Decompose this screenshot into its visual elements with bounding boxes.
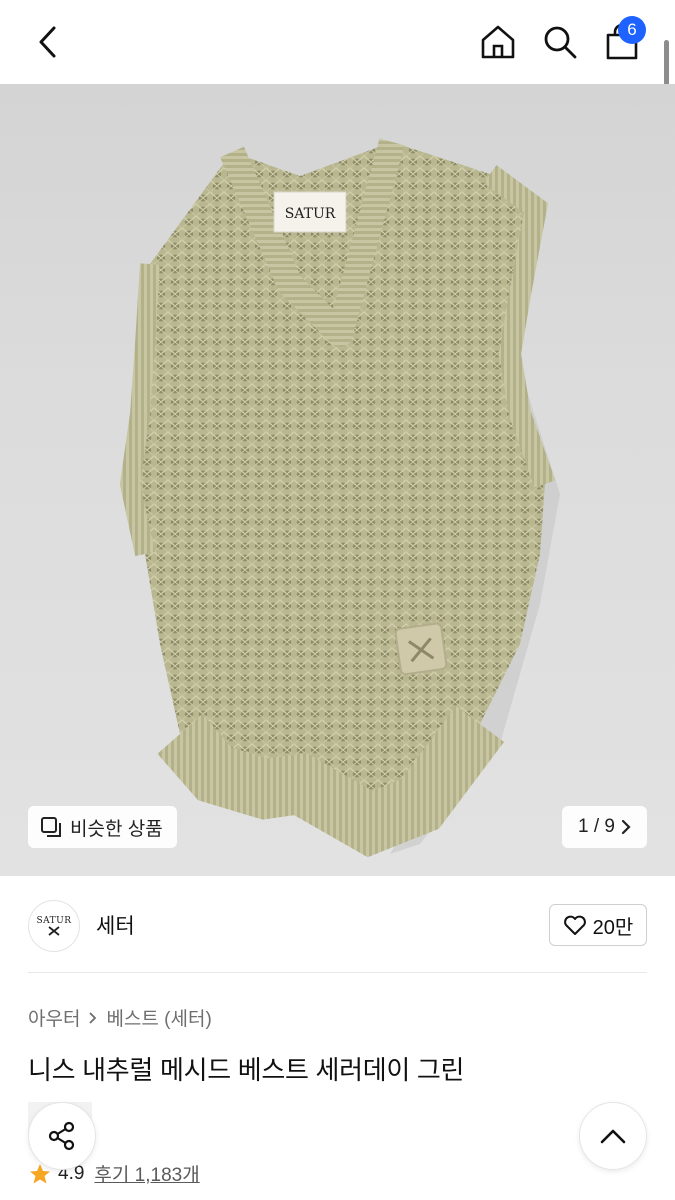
similar-products-label: 비슷한 상품 [70,818,163,840]
similar-products-button[interactable]: 비슷한 상품 [28,806,177,848]
product-photo: SATUR [119,138,560,858]
chevron-right-icon [89,1011,97,1024]
top-navigation-bar: 6 [0,0,675,84]
product-image-carousel[interactable]: SATUR 비슷한 상품 1 / 9 [0,84,675,876]
cart-count-badge: 6 [618,16,646,44]
garment-label-text: SATUR [285,206,336,222]
chevron-right-icon [621,819,631,835]
brand-mark-icon [48,926,60,936]
like-count: 20만 [592,916,634,939]
share-icon [48,1121,75,1151]
image-pager-text: 1 / 9 [578,816,615,837]
image-pager[interactable]: 1 / 9 [562,806,647,848]
search-icon [544,26,577,59]
home-icon [481,25,515,59]
breadcrumb: 아우터 베스트 (세터) [28,1004,212,1031]
breadcrumb-category[interactable]: 아우터 [28,1004,80,1031]
reviews-link[interactable]: 후기 1,183개 [94,1160,199,1187]
like-button[interactable]: 20만 [549,904,647,946]
chevron-up-icon [600,1129,626,1144]
heart-icon [563,915,586,935]
divider [28,972,647,973]
search-button[interactable] [536,18,584,66]
similar-items-icon [41,817,61,837]
breadcrumb-subcategory[interactable]: 베스트 (세터) [106,1004,211,1031]
brand-row: SATUR 세터 20만 [0,876,675,972]
scroll-to-top-button[interactable] [579,1102,647,1170]
back-button[interactable] [24,18,72,66]
brand-logo[interactable]: SATUR [28,900,80,952]
home-button[interactable] [474,18,522,66]
brand-name[interactable]: 세터 [96,910,135,940]
brand-logo-text: SATUR [36,916,72,926]
product-title: 니스 내추럴 메시드 베스트 세러데이 그린 [28,1055,465,1085]
share-button[interactable] [28,1102,96,1170]
chevron-left-icon [39,26,56,58]
